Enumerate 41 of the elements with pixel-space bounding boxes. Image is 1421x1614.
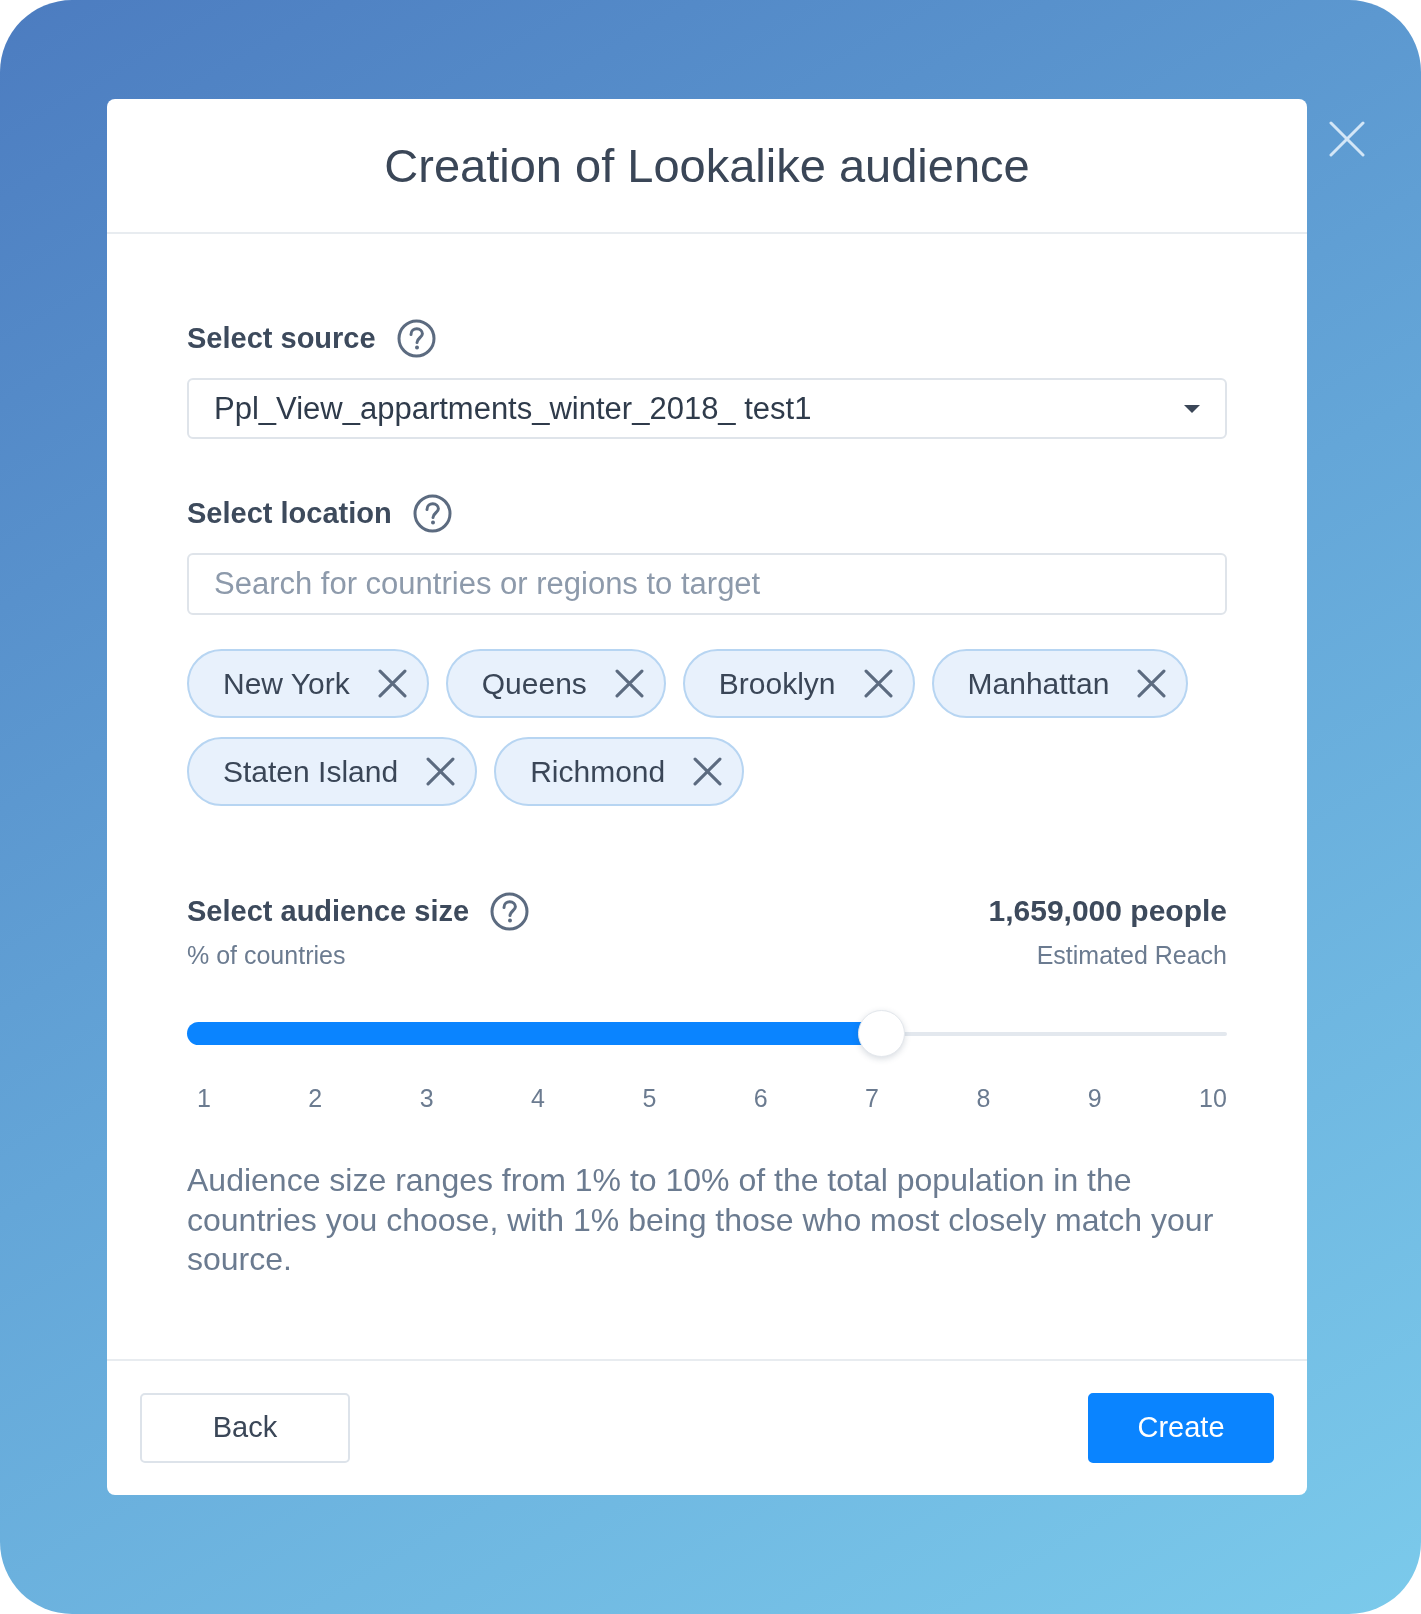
caret-icon xyxy=(1184,404,1200,413)
slider-caption: % of countries xyxy=(187,941,346,970)
location-tag[interactable]: Staten Island xyxy=(187,737,478,806)
dialog-title: Creation of Lookalike audience xyxy=(384,138,1030,193)
tick-label: 10 xyxy=(1199,1084,1227,1113)
reach-caption: Estimated Reach xyxy=(1036,941,1227,970)
field-label: Select audience size xyxy=(187,894,470,928)
help-text: Audience size ranges from 1% to 10% of the total population in the countries you choose, with 1% being those who most closely match your source. xyxy=(187,1161,1215,1279)
tick-label: 9 xyxy=(1087,1084,1102,1113)
remove-icon[interactable] xyxy=(614,669,644,698)
tick-label: 6 xyxy=(753,1084,768,1113)
tick-label: 7 xyxy=(865,1084,879,1113)
help-icon[interactable] xyxy=(396,318,436,358)
source-select[interactable]: Ppl_View_appartments_winter_2018_ test1 xyxy=(187,378,1227,439)
help-icon[interactable] xyxy=(490,891,530,931)
location-tag[interactable]: Richmond xyxy=(494,737,745,806)
tick-label: 3 xyxy=(419,1084,434,1113)
slider-track[interactable] xyxy=(187,1010,1227,1057)
close-icon xyxy=(1329,121,1365,157)
location-tag[interactable]: Manhattan xyxy=(931,649,1189,718)
remove-icon[interactable] xyxy=(693,757,723,786)
tick-label: 1 xyxy=(197,1084,211,1113)
tick-label: 4 xyxy=(531,1084,545,1113)
remove-icon[interactable] xyxy=(426,757,456,786)
remove-icon[interactable] xyxy=(1137,669,1167,698)
create-button[interactable]: Create xyxy=(1088,1392,1274,1463)
remove-icon[interactable] xyxy=(377,669,407,698)
tick-label: 5 xyxy=(642,1084,657,1113)
location-tag[interactable]: New York xyxy=(187,649,429,718)
tick-label: 2 xyxy=(308,1084,323,1113)
remove-icon[interactable] xyxy=(863,669,893,698)
reach-value: 1,659,000 people xyxy=(988,894,1227,928)
location-tag[interactable]: Brooklyn xyxy=(682,649,915,718)
field-label: Select location xyxy=(187,496,392,530)
slider-thumb[interactable] xyxy=(857,1010,905,1057)
location-tag[interactable]: Queens xyxy=(445,649,666,718)
field-label: Select source xyxy=(187,321,376,355)
help-icon[interactable] xyxy=(412,493,452,533)
tick-label: 8 xyxy=(976,1084,991,1113)
search-field[interactable]: Search for countries or regions to target xyxy=(187,553,1227,615)
back-button[interactable]: Back xyxy=(140,1392,350,1463)
